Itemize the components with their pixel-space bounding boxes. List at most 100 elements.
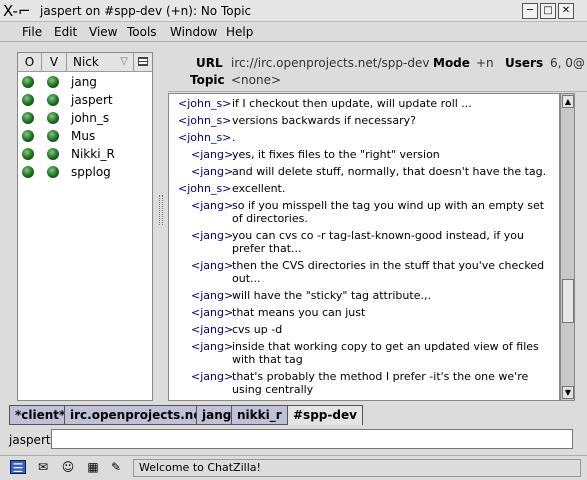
menu-tools[interactable]: Tools [127, 24, 157, 40]
app-icon[interactable]: X-⌐ [3, 2, 37, 20]
tab-nikki-r[interactable]: nikki_r [231, 405, 288, 425]
menu-help[interactable]: Help [226, 24, 253, 40]
message-nick[interactable]: <john_s> [178, 182, 231, 195]
user-nick: spplog [71, 165, 111, 179]
navigator-icon[interactable]: ☰ [10, 460, 26, 475]
column-op[interactable]: O [18, 53, 42, 72]
scroll-thumb[interactable] [562, 279, 574, 323]
message-nick[interactable]: <jang> [191, 370, 233, 383]
message-text: inside that working copy to get an updat… [232, 340, 539, 366]
menu-view[interactable]: View [89, 24, 117, 40]
column-nick-label: Nick [73, 55, 99, 69]
message-scrollbar[interactable]: ▲ ▼ [560, 93, 575, 401]
minimize-button[interactable]: ─ [522, 3, 538, 19]
message-text: cvs up -d [232, 323, 283, 336]
voice-status-icon [47, 148, 59, 160]
op-status-icon [22, 166, 34, 178]
users-label: Users [505, 56, 544, 70]
channel-url[interactable]: irc://irc.openprojects.net/spp-dev [231, 55, 429, 71]
message-nick[interactable]: <jang> [191, 165, 233, 178]
user-row[interactable]: Mus [18, 127, 152, 145]
url-label: URL [196, 56, 223, 70]
menu-edit[interactable]: Edit [54, 24, 77, 40]
message-text: versions backwards if necessary? [232, 114, 416, 127]
op-status-icon [22, 148, 34, 160]
message-nick[interactable]: <john_s> [178, 131, 231, 144]
user-list[interactable]: O V Nick ▽ jang jaspert john_s Mus Nikki… [17, 52, 153, 401]
message-nick[interactable]: <john_s> [178, 97, 231, 110]
message-text: yes, it fixes files to the "right" versi… [232, 148, 440, 161]
chat-people-icon[interactable]: ☺ [60, 460, 76, 474]
channel-header: URL irc://irc.openprojects.net/spp-dev M… [168, 52, 587, 92]
user-nick: Mus [71, 129, 96, 143]
op-status-icon [22, 76, 34, 88]
message-text: then the CVS directories in the stuff th… [232, 259, 545, 285]
voice-status-icon [47, 166, 59, 178]
menu-bar: File Edit View Tools Window Help [0, 22, 587, 42]
user-row[interactable]: jang [18, 73, 152, 91]
maximize-button[interactable]: □ [540, 3, 556, 19]
title-bar[interactable]: X-⌐ jaspert on #spp-dev (+n): No Topic ─… [0, 0, 587, 22]
message-nick[interactable]: <jang> [191, 306, 233, 319]
column-nick[interactable]: Nick ▽ [67, 53, 134, 72]
user-row[interactable]: Nikki_R [18, 145, 152, 163]
message-text: so if you misspell the tag you wind up w… [232, 199, 545, 225]
topic-label: Topic [190, 73, 225, 87]
user-row[interactable]: spplog [18, 163, 152, 181]
message-text: will have the "sticky" tag attribute.,. [232, 289, 431, 302]
window-title: jaspert on #spp-dev (+n): No Topic [40, 4, 252, 18]
message-nick[interactable]: <john_s> [178, 114, 231, 127]
message-nick[interactable]: <jang> [191, 340, 233, 353]
channel-user-count: 6, 0@ [550, 56, 585, 70]
user-row[interactable]: jaspert [18, 91, 152, 109]
message-text: if I checkout then update, will update r… [232, 97, 472, 110]
message-text: that's probably the method I prefer -it'… [232, 370, 529, 396]
message-text: and will delete stuff, normally, that do… [232, 165, 547, 178]
message-nick[interactable]: <jang> [191, 229, 233, 242]
message-nick[interactable]: <jang> [191, 199, 233, 212]
mail-icon[interactable]: ✉ [35, 460, 51, 474]
message-text: you can cvs co -r tag-last-known-good in… [232, 229, 524, 255]
op-status-icon [22, 112, 34, 124]
pane-splitter[interactable] [159, 195, 163, 225]
tab-spp-dev[interactable]: #spp-dev [287, 405, 363, 425]
voice-status-icon [47, 76, 59, 88]
menu-file[interactable]: File [22, 24, 42, 40]
scroll-down-icon[interactable]: ▼ [562, 386, 574, 399]
message-nick[interactable]: <jang> [191, 259, 233, 272]
user-nick: Nikki_R [71, 147, 115, 161]
message-nick[interactable]: <jang> [191, 323, 233, 336]
menu-window[interactable]: Window [170, 24, 217, 40]
user-nick: john_s [71, 111, 110, 125]
sort-arrow-icon: ▽ [120, 56, 128, 67]
message-input[interactable] [51, 429, 573, 449]
tab-irc-openprojects[interactable]: irc.openprojects.net [64, 405, 214, 425]
message-text: that means you can just [232, 306, 366, 319]
message-nick[interactable]: <jang> [191, 289, 233, 302]
column-picker-icon[interactable] [134, 53, 152, 72]
status-text: Welcome to ChatZilla! [133, 459, 581, 477]
address-book-icon[interactable]: ✎ [108, 460, 124, 474]
input-nick-label[interactable]: jaspert [9, 432, 51, 448]
user-row[interactable]: john_s [18, 109, 152, 127]
column-voice[interactable]: V [42, 53, 67, 72]
message-nick[interactable]: <jang> [191, 148, 233, 161]
channel-mode: +n [476, 56, 494, 70]
close-button[interactable]: ✕ [558, 3, 574, 19]
message-text: excellent. [232, 182, 286, 195]
tab-client[interactable]: *client* [9, 405, 72, 425]
user-nick: jaspert [71, 93, 113, 107]
voice-status-icon [47, 130, 59, 142]
mode-label: Mode [433, 56, 470, 70]
op-status-icon [22, 130, 34, 142]
voice-status-icon [47, 112, 59, 124]
composer-icon[interactable]: ▦ [85, 460, 101, 474]
voice-status-icon [47, 94, 59, 106]
message-text: . [232, 131, 236, 144]
user-nick: jang [71, 75, 97, 89]
channel-topic[interactable]: <none> [231, 72, 281, 88]
message-output[interactable]: <john_s> if I checkout then update, will… [168, 93, 560, 401]
scroll-up-icon[interactable]: ▲ [562, 95, 574, 108]
op-status-icon [22, 94, 34, 106]
status-bar: ☰ ✉ ☺ ▦ ✎ Welcome to ChatZilla! [0, 455, 587, 480]
